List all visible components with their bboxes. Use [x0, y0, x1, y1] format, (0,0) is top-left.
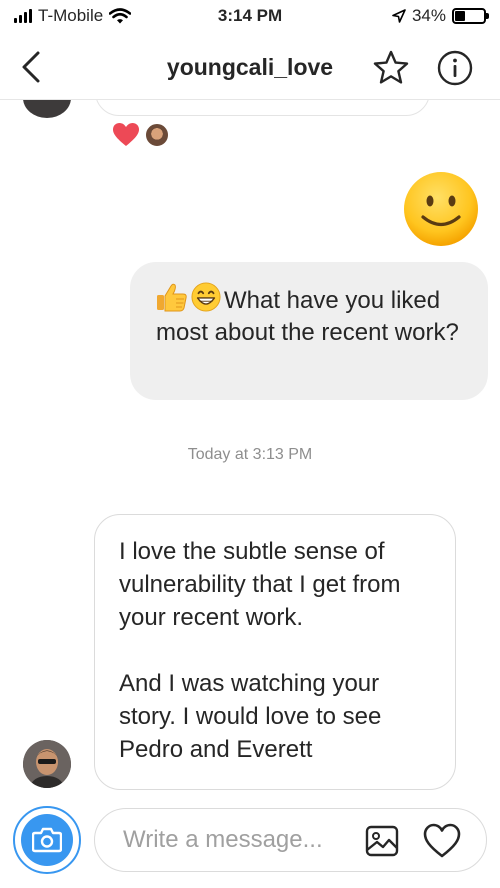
avatar[interactable] [23, 100, 71, 118]
star-icon[interactable] [372, 49, 410, 87]
battery-level [455, 11, 465, 21]
info-icon[interactable] [437, 50, 473, 86]
received-message-paragraph: I love the subtle sense of vulnerability… [119, 538, 401, 631]
message-field[interactable] [94, 808, 487, 872]
message-timestamp: Today at 3:13 PM [187, 446, 313, 463]
thumbs-up-emoji [157, 283, 187, 312]
message-input[interactable] [123, 823, 355, 857]
conversation-header: youngcali_love [0, 36, 500, 100]
smiling-face-emoji[interactable] [402, 170, 480, 248]
message-thread[interactable]: What have you liked most about the recen… [0, 100, 500, 800]
battery-percent: 34% [411, 6, 446, 25]
avatar-photo [23, 740, 71, 788]
conversation-username[interactable]: youngcali_love [0, 54, 500, 81]
grinning-face-emoji [191, 282, 221, 312]
received-message-paragraph: And I was watching your story. I would l… [119, 670, 382, 763]
status-right: 34% [392, 6, 489, 26]
status-bar: T-Mobile 3:14 PM 34% [0, 0, 500, 36]
avatar[interactable] [23, 740, 71, 788]
location-arrow-icon [392, 9, 406, 23]
received-message-bubble[interactable]: I love the subtle sense of vulnerability… [94, 514, 456, 790]
camera-button-fill [21, 814, 73, 866]
gallery-icon[interactable] [365, 825, 399, 857]
heart-reaction-icon [113, 123, 139, 146]
camera-icon [32, 827, 62, 853]
battery-icon [452, 8, 489, 24]
reactor-avatar [144, 122, 170, 148]
previous-message-bubble[interactable] [95, 100, 430, 116]
heart-icon[interactable] [423, 823, 461, 859]
camera-button[interactable] [13, 806, 81, 874]
sent-message-bubble[interactable]: What have you liked most about the recen… [130, 262, 488, 400]
message-composer [0, 800, 500, 888]
message-reactions[interactable] [112, 122, 170, 148]
